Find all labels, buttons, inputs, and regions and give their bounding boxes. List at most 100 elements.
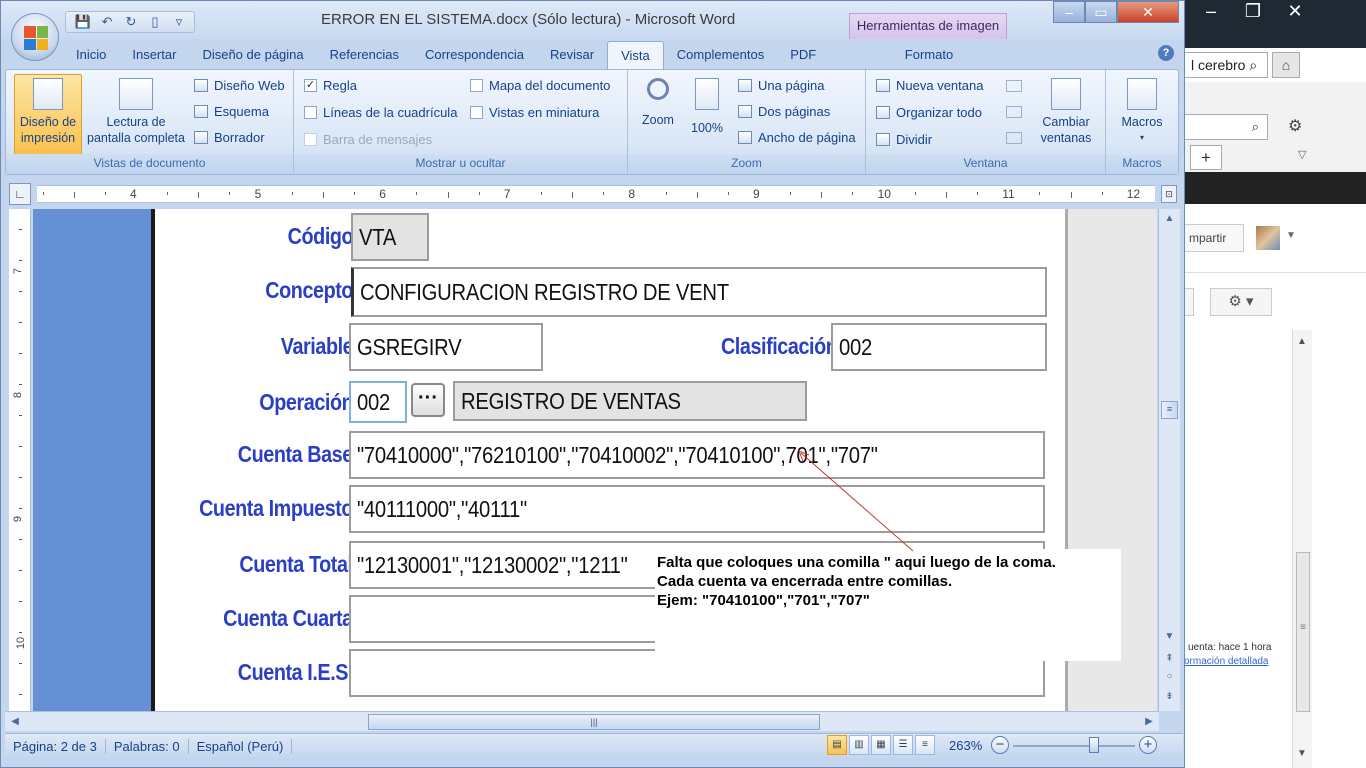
page-width-button[interactable]: Ancho de página bbox=[738, 130, 856, 145]
group-mostrar-ocultar: ✓ Regla Líneas de la cuadrícula Barra de … bbox=[294, 70, 628, 174]
zoom-button[interactable]: Zoom bbox=[636, 78, 680, 128]
previous-page-icon[interactable]: ⇞ bbox=[1161, 651, 1178, 667]
ruler-number: 7 bbox=[503, 187, 511, 201]
scroll-thumb[interactable]: ≡ bbox=[1161, 401, 1178, 419]
new-window-button[interactable]: Nueva ventana bbox=[876, 78, 983, 93]
sync-scroll-icon[interactable] bbox=[1006, 106, 1022, 118]
view-side-by-side-icon[interactable] bbox=[1006, 80, 1022, 92]
gear-icon[interactable]: ⚙ bbox=[1288, 114, 1308, 140]
maximize-button[interactable]: ▭ bbox=[1085, 1, 1117, 23]
tab-vista[interactable]: Vista bbox=[607, 41, 664, 69]
switch-windows-button[interactable]: Cambiar ventanas bbox=[1030, 78, 1102, 146]
scroll-down-icon[interactable]: ▼ bbox=[1161, 629, 1178, 645]
vertical-scrollbar[interactable]: ▲ ≡ ▼ ⇞ ○ ⇟ bbox=[1158, 209, 1180, 711]
browser-window-controls: – ❐ ✕ bbox=[1190, 0, 1325, 22]
caret-down-icon[interactable]: ▼ bbox=[1286, 230, 1296, 241]
tab-referencias[interactable]: Referencias bbox=[317, 41, 412, 69]
split-button[interactable]: Dividir bbox=[876, 132, 932, 147]
minimize-button[interactable]: – bbox=[1053, 1, 1085, 23]
browser-address-bar[interactable]: l cerebro ⌕ bbox=[1180, 52, 1268, 78]
draft-view-icon[interactable]: ≡ bbox=[915, 735, 935, 755]
next-page-icon[interactable]: ⇟ bbox=[1161, 689, 1178, 705]
chevron-down-icon[interactable]: ▽ bbox=[1298, 148, 1306, 161]
web-view-icon[interactable]: ▦ bbox=[871, 735, 891, 755]
redo-icon[interactable]: ↻ bbox=[122, 14, 140, 30]
scroll-right-icon[interactable]: ▶ bbox=[1141, 714, 1157, 730]
ruler-checkbox[interactable]: ✓ Regla bbox=[304, 78, 357, 93]
zoom-out-icon[interactable]: − bbox=[991, 736, 1009, 754]
arrange-all-icon bbox=[876, 106, 890, 119]
reading-view-icon[interactable]: ▥ bbox=[849, 735, 869, 755]
print-layout-view-icon[interactable]: ▤ bbox=[827, 735, 847, 755]
restore-icon[interactable]: ❐ bbox=[1232, 0, 1274, 22]
tab-formato[interactable]: Formato bbox=[869, 41, 989, 69]
outline-view-icon[interactable]: ☰ bbox=[893, 735, 913, 755]
vertical-ruler[interactable]: 7 8 9 10 bbox=[9, 209, 31, 711]
ruler-tick bbox=[229, 192, 231, 195]
tab-pdf[interactable]: PDF bbox=[777, 41, 829, 69]
tab-selector-button[interactable]: ∟ bbox=[9, 183, 31, 205]
web-layout-button[interactable]: Diseño Web bbox=[194, 78, 285, 93]
tab-complementos[interactable]: Complementos bbox=[664, 41, 777, 69]
outline-button[interactable]: Esquema bbox=[194, 104, 269, 119]
home-icon[interactable]: ⌂ bbox=[1272, 52, 1300, 78]
reset-window-icon[interactable] bbox=[1006, 132, 1022, 144]
one-page-button[interactable]: Una página bbox=[738, 78, 825, 93]
two-pages-button[interactable]: Dos páginas bbox=[738, 104, 830, 119]
doc-map-checkbox[interactable]: Mapa del documento bbox=[470, 78, 610, 93]
macros-button[interactable]: Macros ▾ bbox=[1110, 78, 1174, 146]
new-tab-button[interactable]: + bbox=[1190, 145, 1222, 170]
gridlines-checkbox[interactable]: Líneas de la cuadrícula bbox=[304, 105, 457, 120]
share-button[interactable]: mpartir bbox=[1180, 224, 1244, 252]
zoom-slider-thumb[interactable] bbox=[1089, 737, 1099, 753]
close-button[interactable]: ✕ bbox=[1117, 1, 1179, 23]
scroll-thumb[interactable]: ||| bbox=[368, 714, 820, 730]
browser-search-field[interactable]: ⌕ bbox=[1180, 114, 1268, 140]
search-icon: ⌕ bbox=[1249, 57, 1258, 73]
zoom-100-label: 100% bbox=[691, 121, 723, 135]
magnifier-icon bbox=[647, 78, 669, 100]
new-document-icon[interactable]: ▯ bbox=[146, 14, 164, 30]
tab-insertar[interactable]: Insertar bbox=[119, 41, 189, 69]
browser-status-link[interactable]: ormación detallada bbox=[1184, 656, 1269, 667]
settings-button[interactable]: ⚙ ▾ bbox=[1210, 288, 1272, 316]
help-icon[interactable]: ? bbox=[1158, 45, 1174, 61]
view-ruler-icon[interactable]: ⊡ bbox=[1161, 185, 1177, 203]
close-icon[interactable]: ✕ bbox=[1274, 0, 1316, 22]
zoom-in-icon[interactable]: + bbox=[1139, 736, 1157, 754]
arrange-all-button[interactable]: Organizar todo bbox=[876, 105, 982, 120]
scroll-up-icon[interactable]: ▲ bbox=[1161, 211, 1178, 227]
scroll-left-icon[interactable]: ◀ bbox=[7, 714, 23, 730]
full-screen-reading-button[interactable]: Lectura de pantalla completa bbox=[82, 78, 190, 146]
scroll-thumb[interactable]: ≡ bbox=[1296, 552, 1310, 712]
tab-inicio[interactable]: Inicio bbox=[63, 41, 119, 69]
browser-scrollbar[interactable]: ▲ ≡ ▼ bbox=[1292, 330, 1312, 768]
minimize-icon[interactable]: – bbox=[1190, 0, 1232, 22]
horizontal-ruler[interactable]: 4 5 6 7 8 9 10 11 12 bbox=[37, 185, 1155, 203]
tab-revisar[interactable]: Revisar bbox=[537, 41, 607, 69]
tab-correspondencia[interactable]: Correspondencia bbox=[412, 41, 537, 69]
print-layout-button[interactable]: Diseño de impresión bbox=[14, 78, 82, 146]
scroll-down-icon[interactable]: ▼ bbox=[1297, 748, 1307, 759]
browse-object-icon[interactable]: ○ bbox=[1161, 669, 1178, 685]
split-icon bbox=[876, 133, 890, 146]
office-button[interactable] bbox=[11, 13, 59, 61]
save-icon[interactable]: 💾 bbox=[74, 14, 92, 30]
avatar[interactable] bbox=[1256, 226, 1280, 250]
customize-toolbar-icon[interactable]: ▿ bbox=[170, 14, 188, 30]
status-words[interactable]: Palabras: 0 bbox=[106, 739, 189, 754]
zoom-level[interactable]: 263% bbox=[949, 738, 982, 753]
scroll-up-icon[interactable]: ▲ bbox=[1297, 336, 1307, 347]
thumbnails-checkbox[interactable]: Vistas en miniatura bbox=[470, 105, 599, 120]
split-label: Dividir bbox=[896, 132, 933, 147]
thumbnails-label: Vistas en miniatura bbox=[489, 105, 600, 120]
vertical-ruler-tick bbox=[19, 415, 22, 416]
tab-diseño-de-página[interactable]: Diseño de página bbox=[189, 41, 316, 69]
undo-icon[interactable]: ↶ bbox=[98, 14, 116, 30]
status-page[interactable]: Página: 2 de 3 bbox=[5, 739, 106, 754]
horizontal-scrollbar[interactable]: ◀ ||| ▶ bbox=[5, 711, 1159, 731]
zoom-slider-track[interactable] bbox=[1013, 745, 1135, 747]
status-language[interactable]: Español (Perú) bbox=[189, 739, 293, 754]
draft-button[interactable]: Borrador bbox=[194, 130, 265, 145]
zoom-100-button[interactable]: 100% bbox=[684, 78, 730, 136]
